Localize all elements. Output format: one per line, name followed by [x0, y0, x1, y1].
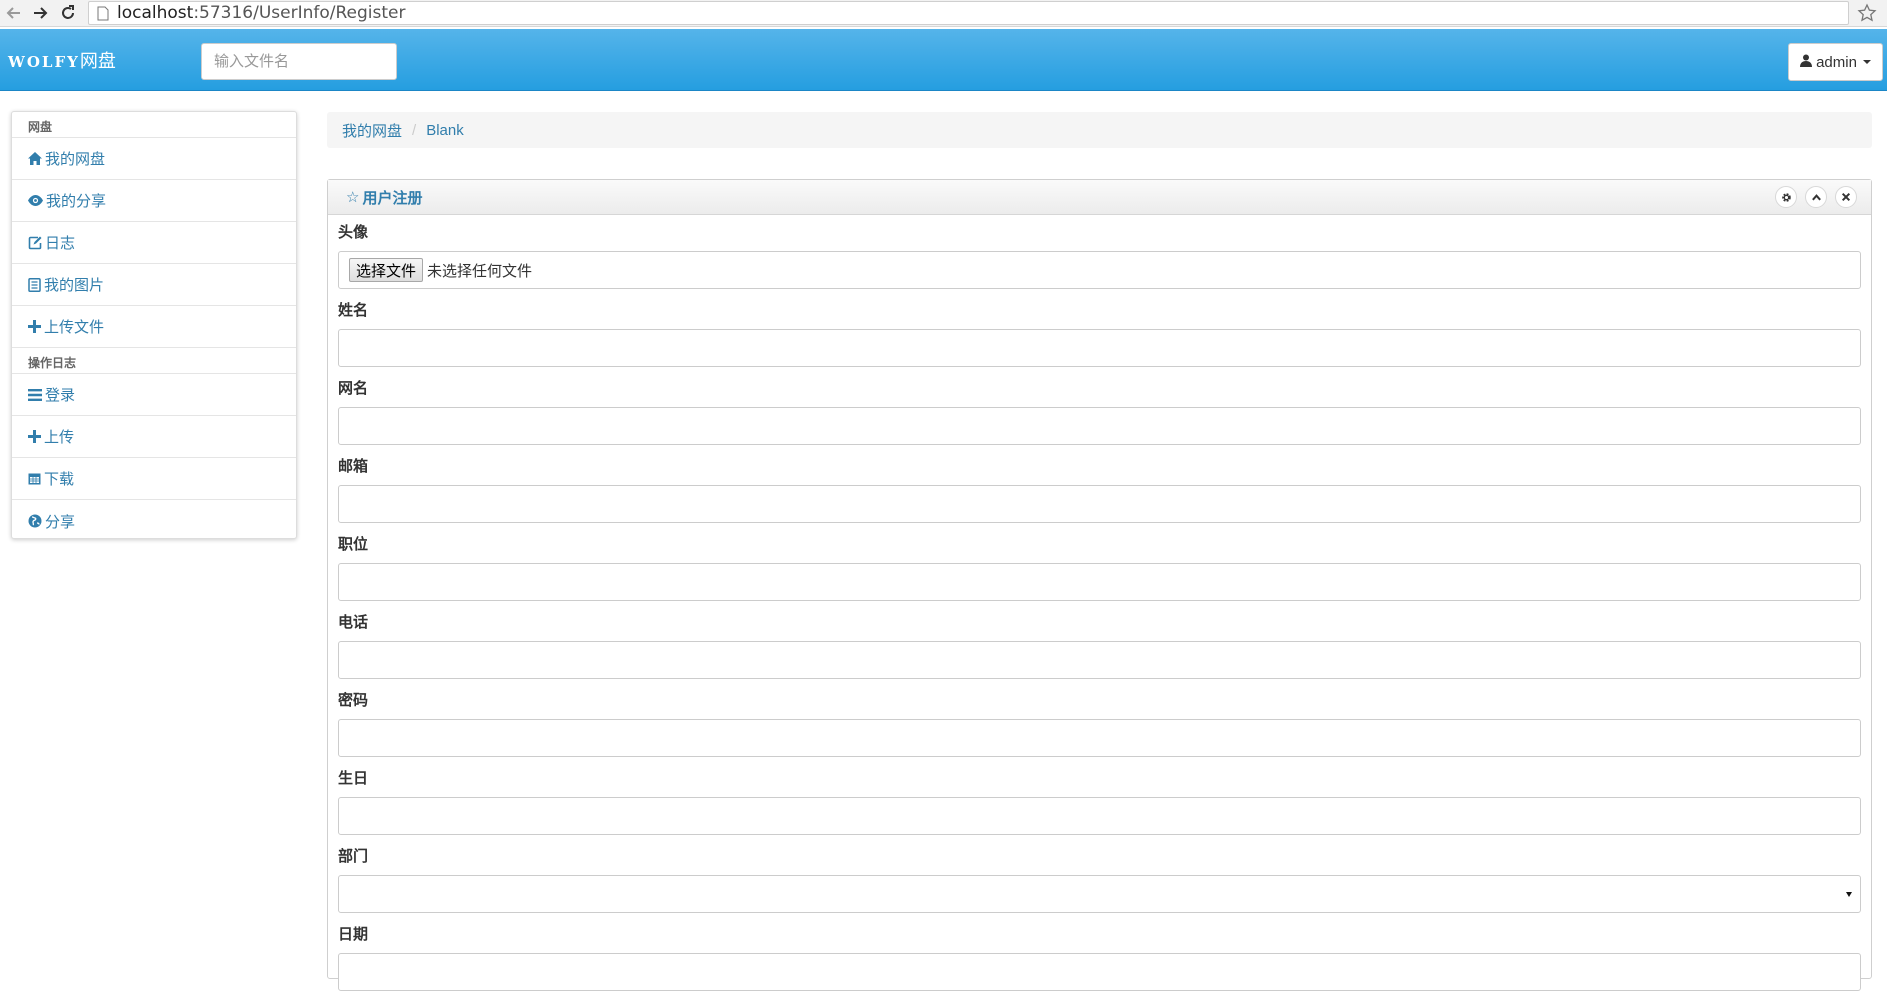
position-label: 职位	[338, 536, 369, 553]
home-icon	[28, 152, 42, 165]
form-group-name: 姓名	[338, 301, 1861, 379]
form-group-nickname: 网名	[338, 379, 1861, 457]
date-label: 日期	[338, 926, 369, 943]
phone-input[interactable]	[338, 641, 1861, 679]
sidebar-item-share[interactable]: 分享	[12, 500, 296, 542]
user-icon	[1800, 54, 1813, 71]
sidebar-item-label: 我的分享	[46, 193, 107, 210]
sidebar: 网盘 我的网盘 我的分享 日志 我的图片 上传文件 操作日志 登录 上传 下载 …	[11, 111, 297, 539]
sidebar-item-log[interactable]: 日志	[12, 222, 296, 264]
sidebar-item-my-share[interactable]: 我的分享	[12, 180, 296, 222]
panel-heading: ☆ 用户注册	[328, 180, 1871, 215]
close-icon[interactable]	[1835, 186, 1857, 208]
phone-label: 电话	[338, 614, 369, 631]
back-icon[interactable]	[2, 1, 26, 25]
breadcrumb-link-blank[interactable]: Blank	[426, 122, 464, 139]
sidebar-item-label: 上传文件	[44, 319, 105, 336]
sidebar-item-upload-file[interactable]: 上传文件	[12, 306, 296, 348]
app-navbar: WOLFY网盘 admin	[0, 29, 1887, 91]
form-group-email: 邮箱	[338, 457, 1861, 535]
email-input[interactable]	[338, 485, 1861, 523]
password-label: 密码	[338, 692, 369, 709]
reload-icon[interactable]	[56, 1, 80, 25]
eye-icon	[28, 195, 43, 206]
breadcrumb-separator: /	[412, 121, 417, 139]
avatar-file-input[interactable]: 选择文件 未选择任何文件	[338, 251, 1861, 289]
department-select[interactable]	[338, 875, 1861, 913]
name-input[interactable]	[338, 329, 1861, 367]
sidebar-item-label: 分享	[45, 513, 76, 531]
nickname-label: 网名	[338, 380, 369, 397]
password-input[interactable]	[338, 719, 1861, 757]
panel-tools	[1775, 186, 1857, 208]
nickname-input[interactable]	[338, 407, 1861, 445]
breadcrumb-link-my-disk[interactable]: 我的网盘	[342, 120, 402, 141]
edit-icon	[28, 236, 42, 250]
birthday-input[interactable]	[338, 797, 1861, 835]
sidebar-item-my-images[interactable]: 我的图片	[12, 264, 296, 306]
form-group-password: 密码	[338, 691, 1861, 769]
department-label: 部门	[338, 848, 369, 865]
sidebar-item-my-disk[interactable]: 我的网盘	[12, 138, 296, 180]
bookmark-star-icon[interactable]	[1855, 1, 1879, 25]
sidebar-item-label: 我的网盘	[45, 151, 106, 168]
sidebar-item-download[interactable]: 下载	[12, 458, 296, 500]
brand-cn: 网盘	[79, 51, 116, 71]
sidebar-item-label: 我的图片	[44, 277, 105, 294]
breadcrumb: 我的网盘 / Blank	[327, 112, 1872, 148]
sidebar-header-operation-log: 操作日志	[12, 348, 296, 374]
birthday-label: 生日	[338, 770, 369, 787]
page-icon	[97, 6, 109, 21]
search-input[interactable]	[201, 43, 397, 80]
globe-icon	[28, 514, 42, 528]
list-icon	[28, 388, 42, 401]
book-icon	[28, 277, 41, 292]
form-group-department: 部门	[338, 847, 1861, 925]
email-label: 邮箱	[338, 458, 369, 475]
sidebar-item-label: 上传	[44, 429, 75, 446]
name-label: 姓名	[338, 302, 369, 319]
user-menu-button[interactable]: admin	[1788, 43, 1883, 81]
choose-file-button[interactable]: 选择文件	[349, 258, 424, 282]
form-group-date: 日期	[338, 925, 1861, 1003]
form-group-position: 职位	[338, 535, 1861, 613]
user-name: admin	[1816, 53, 1857, 71]
plus-icon	[28, 430, 41, 443]
sidebar-item-label: 日志	[45, 235, 76, 252]
chevron-up-icon[interactable]	[1805, 186, 1827, 208]
date-input[interactable]	[338, 953, 1861, 991]
panel-title: 用户注册	[362, 189, 423, 207]
form-group-avatar: 头像 选择文件 未选择任何文件	[338, 223, 1861, 301]
register-panel: ☆ 用户注册 头像 选择文件 未选择任何文件 姓名 网名 邮箱 职位 电话 密码…	[327, 179, 1872, 991]
position-input[interactable]	[338, 563, 1861, 601]
form-group-phone: 电话	[338, 613, 1861, 691]
cog-icon[interactable]	[1775, 186, 1797, 208]
star-outline-icon: ☆	[346, 189, 360, 206]
calendar-icon	[28, 472, 41, 485]
dropdown-arrow-icon	[1846, 892, 1852, 897]
panel-body: 头像 选择文件 未选择任何文件 姓名 网名 邮箱 职位 电话 密码 生日 部门 …	[328, 215, 1871, 1003]
file-status-text: 未选择任何文件	[427, 262, 533, 280]
forward-icon[interactable]	[28, 1, 52, 25]
avatar-label: 头像	[338, 224, 369, 241]
sidebar-item-label: 下载	[44, 471, 75, 488]
form-group-birthday: 生日	[338, 769, 1861, 847]
address-bar[interactable]: localhost:57316/UserInfo/Register	[88, 1, 1849, 25]
url-host: localhost	[117, 3, 194, 23]
sidebar-header-netdisk: 网盘	[12, 112, 296, 138]
brand-latin: WOLFY	[8, 53, 80, 71]
plus-icon	[28, 320, 41, 333]
url-path: :57316/UserInfo/Register	[193, 3, 406, 23]
browser-chrome: localhost:57316/UserInfo/Register	[0, 0, 1887, 27]
sidebar-item-label: 登录	[45, 387, 76, 404]
caret-down-icon	[1862, 60, 1871, 64]
brand-logo[interactable]: WOLFY网盘	[8, 47, 116, 73]
sidebar-item-upload[interactable]: 上传	[12, 416, 296, 458]
sidebar-item-login[interactable]: 登录	[12, 374, 296, 416]
